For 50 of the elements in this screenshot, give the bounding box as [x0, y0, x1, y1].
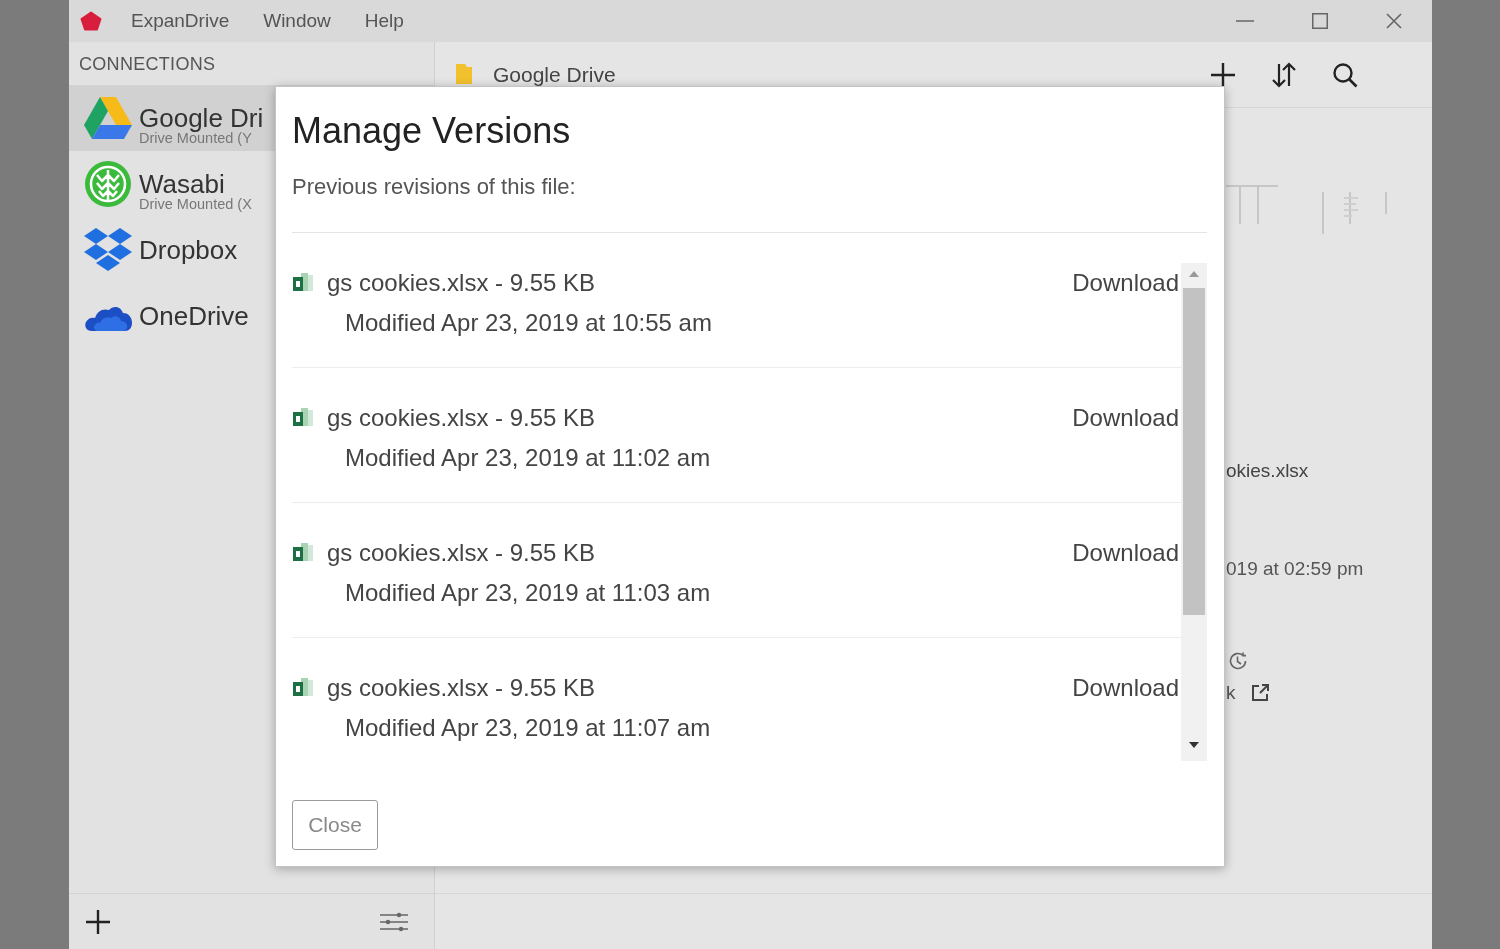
version-name: gs cookies.xlsx - 9.55 KB: [327, 268, 597, 298]
scrollbar[interactable]: [1181, 263, 1207, 761]
version-modified: Modified Apr 23, 2019 at 11:02 am: [344, 443, 712, 473]
pentagon-logo-icon: [80, 11, 102, 31]
link-text[interactable]: k: [1226, 683, 1236, 703]
modified-date: 019 at 02:59 pm: [1226, 557, 1364, 581]
circle-logo-icon: [84, 160, 132, 208]
menu-item[interactable]: ExpanDrive: [131, 9, 230, 33]
download-button[interactable]: Download: [1072, 268, 1181, 298]
scrollbar-thumb[interactable]: [1183, 288, 1205, 615]
maximize-icon[interactable]: [1312, 13, 1328, 29]
connection-status: Drive Mounted (Y: [139, 131, 253, 145]
version-name: gs cookies.xlsx - 9.55 KB: [327, 538, 597, 568]
sliders-icon[interactable]: [379, 911, 409, 932]
close-button[interactable]: Close: [292, 800, 378, 850]
version-name: gs cookies.xlsx - 9.55 KB: [327, 673, 597, 703]
add-icon[interactable]: [1210, 61, 1236, 88]
version-modified: Modified Apr 23, 2019 at 11:03 am: [344, 578, 712, 608]
folder-icon: [456, 63, 472, 84]
dialog-subtitle: Previous revisions of this file:: [292, 173, 577, 201]
connection-name: OneDrive: [139, 303, 249, 329]
add-icon[interactable]: [85, 908, 111, 935]
version-modified: Modified Apr 23, 2019 at 10:55 am: [344, 308, 713, 338]
version-modified: Modified Apr 23, 2019 at 11:07 am: [344, 713, 712, 743]
folder-title: Google Drive: [493, 63, 616, 86]
scroll-down-icon[interactable]: [1189, 742, 1199, 748]
menu-item[interactable]: Help: [364, 9, 404, 33]
external-link-icon[interactable]: [1249, 683, 1270, 703]
download-button[interactable]: Download: [1072, 673, 1181, 703]
spreadsheet-file-icon: [293, 542, 313, 562]
connection-name: Dropbox: [139, 237, 238, 263]
connection-name: Wasabi: [139, 171, 225, 197]
spreadsheet-file-icon: [293, 272, 313, 292]
diamonds-logo-icon: [84, 228, 132, 272]
scroll-up-icon[interactable]: [1189, 271, 1199, 277]
spreadsheet-file-icon: [293, 407, 313, 427]
connection-name: Google Dri: [139, 105, 264, 131]
connection-status: Drive Mounted (X: [139, 197, 252, 211]
download-button[interactable]: Download: [1072, 538, 1181, 568]
clock-icon[interactable]: [1228, 651, 1248, 671]
sort-icon[interactable]: [1271, 61, 1297, 88]
section-header: CONNECTIONS: [79, 52, 216, 75]
menu-item[interactable]: Window: [263, 9, 331, 33]
search-icon[interactable]: [1332, 61, 1358, 88]
triangle-logo-icon: [84, 97, 132, 139]
version-name: gs cookies.xlsx - 9.55 KB: [327, 403, 597, 433]
spreadsheet-file-icon: [293, 677, 313, 697]
close-icon[interactable]: [1386, 13, 1402, 29]
download-button[interactable]: Download: [1072, 403, 1181, 433]
file-name: okies.xlsx: [1226, 459, 1309, 483]
